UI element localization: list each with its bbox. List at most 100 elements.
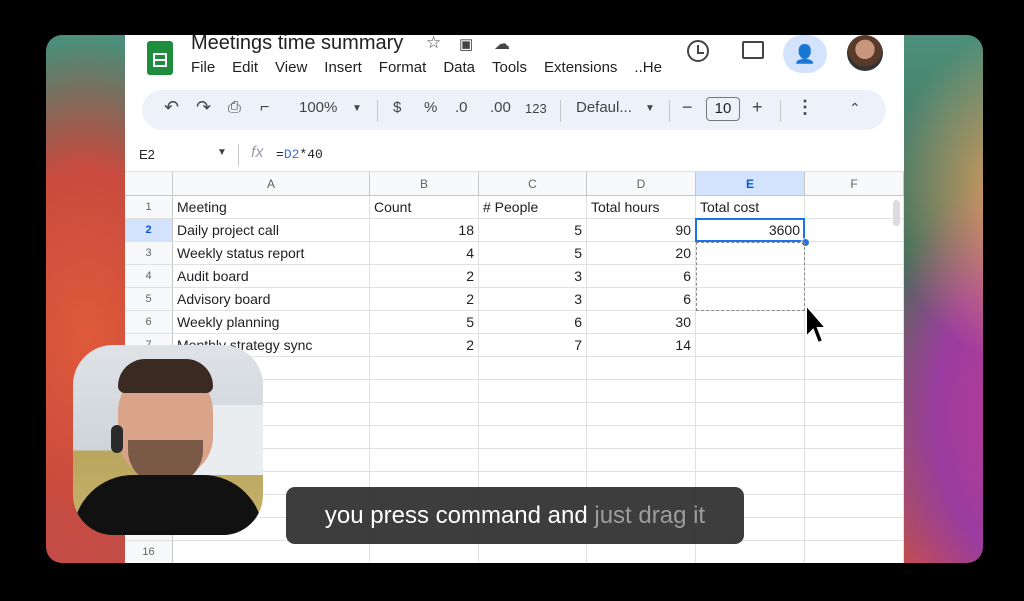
name-box[interactable]: E2: [139, 147, 155, 162]
cell-f14[interactable]: [805, 495, 904, 518]
cell-a2[interactable]: Daily project call: [173, 219, 370, 242]
redo-icon[interactable]: ↷: [196, 97, 211, 118]
column-header-e[interactable]: E: [696, 172, 805, 196]
increase-font-size-button[interactable]: +: [752, 97, 763, 118]
menu-file[interactable]: File: [191, 59, 215, 76]
cell-b6[interactable]: 5: [370, 311, 479, 334]
cell-a16[interactable]: [173, 541, 370, 563]
cell-c6[interactable]: 6: [479, 311, 587, 334]
cell-e9[interactable]: [696, 380, 805, 403]
column-header-d[interactable]: D: [587, 172, 696, 196]
cell-f11[interactable]: [805, 426, 904, 449]
menu-tools[interactable]: Tools: [492, 59, 527, 76]
cell-b9[interactable]: [370, 380, 479, 403]
name-box-chevron-down-icon[interactable]: ▼: [217, 147, 227, 158]
cell-d11[interactable]: [587, 426, 696, 449]
cell-b5[interactable]: 2: [370, 288, 479, 311]
cell-f9[interactable]: [805, 380, 904, 403]
cell-c10[interactable]: [479, 403, 587, 426]
cell-d7[interactable]: 14: [587, 334, 696, 357]
menu-extensions[interactable]: Extensions: [544, 59, 617, 76]
cell-b16[interactable]: [370, 541, 479, 563]
cell-d10[interactable]: [587, 403, 696, 426]
menu-view[interactable]: View: [275, 59, 307, 76]
cell-d1[interactable]: Total hours: [587, 196, 696, 219]
row-header[interactable]: 6: [125, 311, 173, 334]
sheets-logo-icon[interactable]: [147, 41, 173, 75]
cell-e12[interactable]: [696, 449, 805, 472]
cell-d2[interactable]: 90: [587, 219, 696, 242]
cell-f16[interactable]: [805, 541, 904, 563]
cell-e10[interactable]: [696, 403, 805, 426]
cell-d4[interactable]: 6: [587, 265, 696, 288]
print-icon[interactable]: ⎙: [228, 99, 241, 117]
cell-c2[interactable]: 5: [479, 219, 587, 242]
cell-f8[interactable]: [805, 357, 904, 380]
cell-d8[interactable]: [587, 357, 696, 380]
cell-b10[interactable]: [370, 403, 479, 426]
row-header[interactable]: 5: [125, 288, 173, 311]
cell-e16[interactable]: [696, 541, 805, 563]
cell-d6[interactable]: 30: [587, 311, 696, 334]
star-icon[interactable]: ☆: [426, 35, 441, 53]
collapse-menus-icon[interactable]: ⌃: [849, 100, 861, 117]
cell-e1[interactable]: Total cost: [696, 196, 805, 219]
column-header-b[interactable]: B: [370, 172, 479, 196]
format-percent-button[interactable]: %: [424, 99, 437, 116]
cell-f13[interactable]: [805, 472, 904, 495]
comments-icon[interactable]: [742, 41, 764, 59]
version-history-icon[interactable]: [687, 40, 709, 62]
cell-c7[interactable]: 7: [479, 334, 587, 357]
cell-c16[interactable]: [479, 541, 587, 563]
cell-c8[interactable]: [479, 357, 587, 380]
cell-f1[interactable]: [805, 196, 904, 219]
decrease-font-size-button[interactable]: −: [682, 97, 693, 118]
select-all-corner[interactable]: [125, 172, 173, 196]
cell-a5[interactable]: Advisory board: [173, 288, 370, 311]
font-chevron-down-icon[interactable]: ▼: [645, 103, 655, 114]
cell-e8[interactable]: [696, 357, 805, 380]
cell-c1[interactable]: # People: [479, 196, 587, 219]
cell-b4[interactable]: 2: [370, 265, 479, 288]
cell-b12[interactable]: [370, 449, 479, 472]
cell-f15[interactable]: [805, 518, 904, 541]
row-header[interactable]: 1: [125, 196, 173, 219]
cell-e7[interactable]: [696, 334, 805, 357]
menu-insert[interactable]: Insert: [324, 59, 362, 76]
document-title[interactable]: Meetings time summary: [191, 35, 403, 55]
cell-d5[interactable]: 6: [587, 288, 696, 311]
undo-icon[interactable]: ↶: [164, 97, 179, 118]
paint-format-icon[interactable]: ⌐: [260, 99, 269, 117]
cell-c4[interactable]: 3: [479, 265, 587, 288]
cell-b3[interactable]: 4: [370, 242, 479, 265]
vertical-scrollbar[interactable]: [893, 200, 900, 226]
cell-a6[interactable]: Weekly planning: [173, 311, 370, 334]
cell-d16[interactable]: [587, 541, 696, 563]
font-size-input[interactable]: 10: [706, 97, 740, 121]
cell-a1[interactable]: Meeting: [173, 196, 370, 219]
column-header-a[interactable]: A: [173, 172, 370, 196]
column-header-f[interactable]: F: [805, 172, 904, 196]
share-button[interactable]: 👤: [783, 35, 827, 73]
more-options-icon[interactable]: ⋮: [796, 97, 814, 118]
move-folder-icon[interactable]: ▣: [459, 35, 473, 53]
cell-a3[interactable]: Weekly status report: [173, 242, 370, 265]
menu-edit[interactable]: Edit: [232, 59, 258, 76]
cell-e6[interactable]: [696, 311, 805, 334]
zoom-chevron-down-icon[interactable]: ▼: [352, 103, 362, 114]
more-formats-button[interactable]: 123: [525, 101, 547, 116]
font-select[interactable]: Defaul...: [576, 99, 632, 116]
cell-b7[interactable]: 2: [370, 334, 479, 357]
menu-format[interactable]: Format: [379, 59, 427, 76]
cloud-status-icon[interactable]: ☁: [494, 35, 510, 54]
cell-c5[interactable]: 3: [479, 288, 587, 311]
account-avatar[interactable]: [847, 35, 883, 71]
formula-input[interactable]: =D2*40: [276, 147, 323, 162]
zoom-select[interactable]: 100%: [299, 99, 337, 116]
format-currency-button[interactable]: $: [393, 99, 401, 116]
row-header[interactable]: 2: [125, 219, 173, 242]
cell-f12[interactable]: [805, 449, 904, 472]
cell-d3[interactable]: 20: [587, 242, 696, 265]
row-header[interactable]: 3: [125, 242, 173, 265]
cell-f2[interactable]: [805, 219, 904, 242]
